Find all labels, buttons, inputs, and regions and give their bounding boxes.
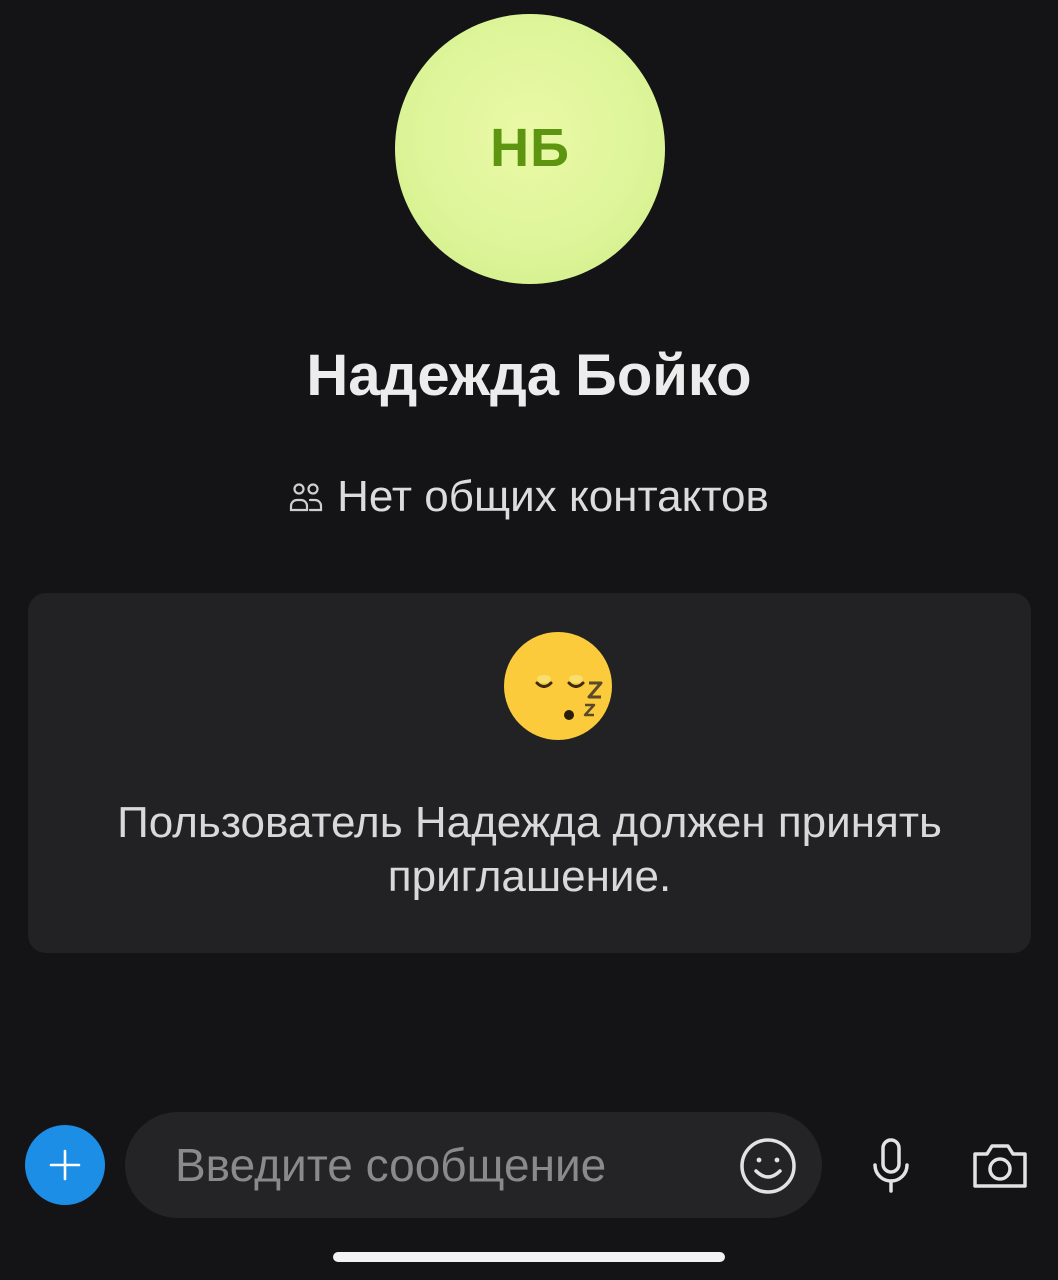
mutual-contacts-text: Нет общих контактов [337,472,769,521]
microphone-icon [873,1138,909,1193]
avatar-initials: НБ [490,118,570,178]
message-input[interactable] [175,1112,715,1218]
home-indicator[interactable] [333,1252,725,1262]
invite-notice-card: Пользователь Надежда должен принять приг… [28,593,1031,953]
sleeping-face-icon [504,632,612,740]
invite-notice-text: Пользователь Надежда должен принять приг… [117,798,942,901]
camera-button[interactable] [970,1140,1030,1192]
chat-screen: НБ Надежда Бойко Нет общих контактов Пол… [0,0,1058,1280]
emoji-button[interactable] [739,1137,797,1195]
contact-name: Надежда Бойко [306,343,752,408]
message-composer [0,1110,1058,1220]
add-attachment-button[interactable] [25,1125,105,1205]
smiley-icon [740,1138,796,1194]
plus-icon [49,1149,81,1181]
people-icon [290,483,323,512]
message-input-container [125,1112,822,1218]
camera-icon [973,1144,1027,1188]
avatar[interactable]: НБ [395,14,665,284]
voice-message-button[interactable] [866,1137,916,1195]
mutual-contacts: Нет общих контактов [0,472,1058,522]
